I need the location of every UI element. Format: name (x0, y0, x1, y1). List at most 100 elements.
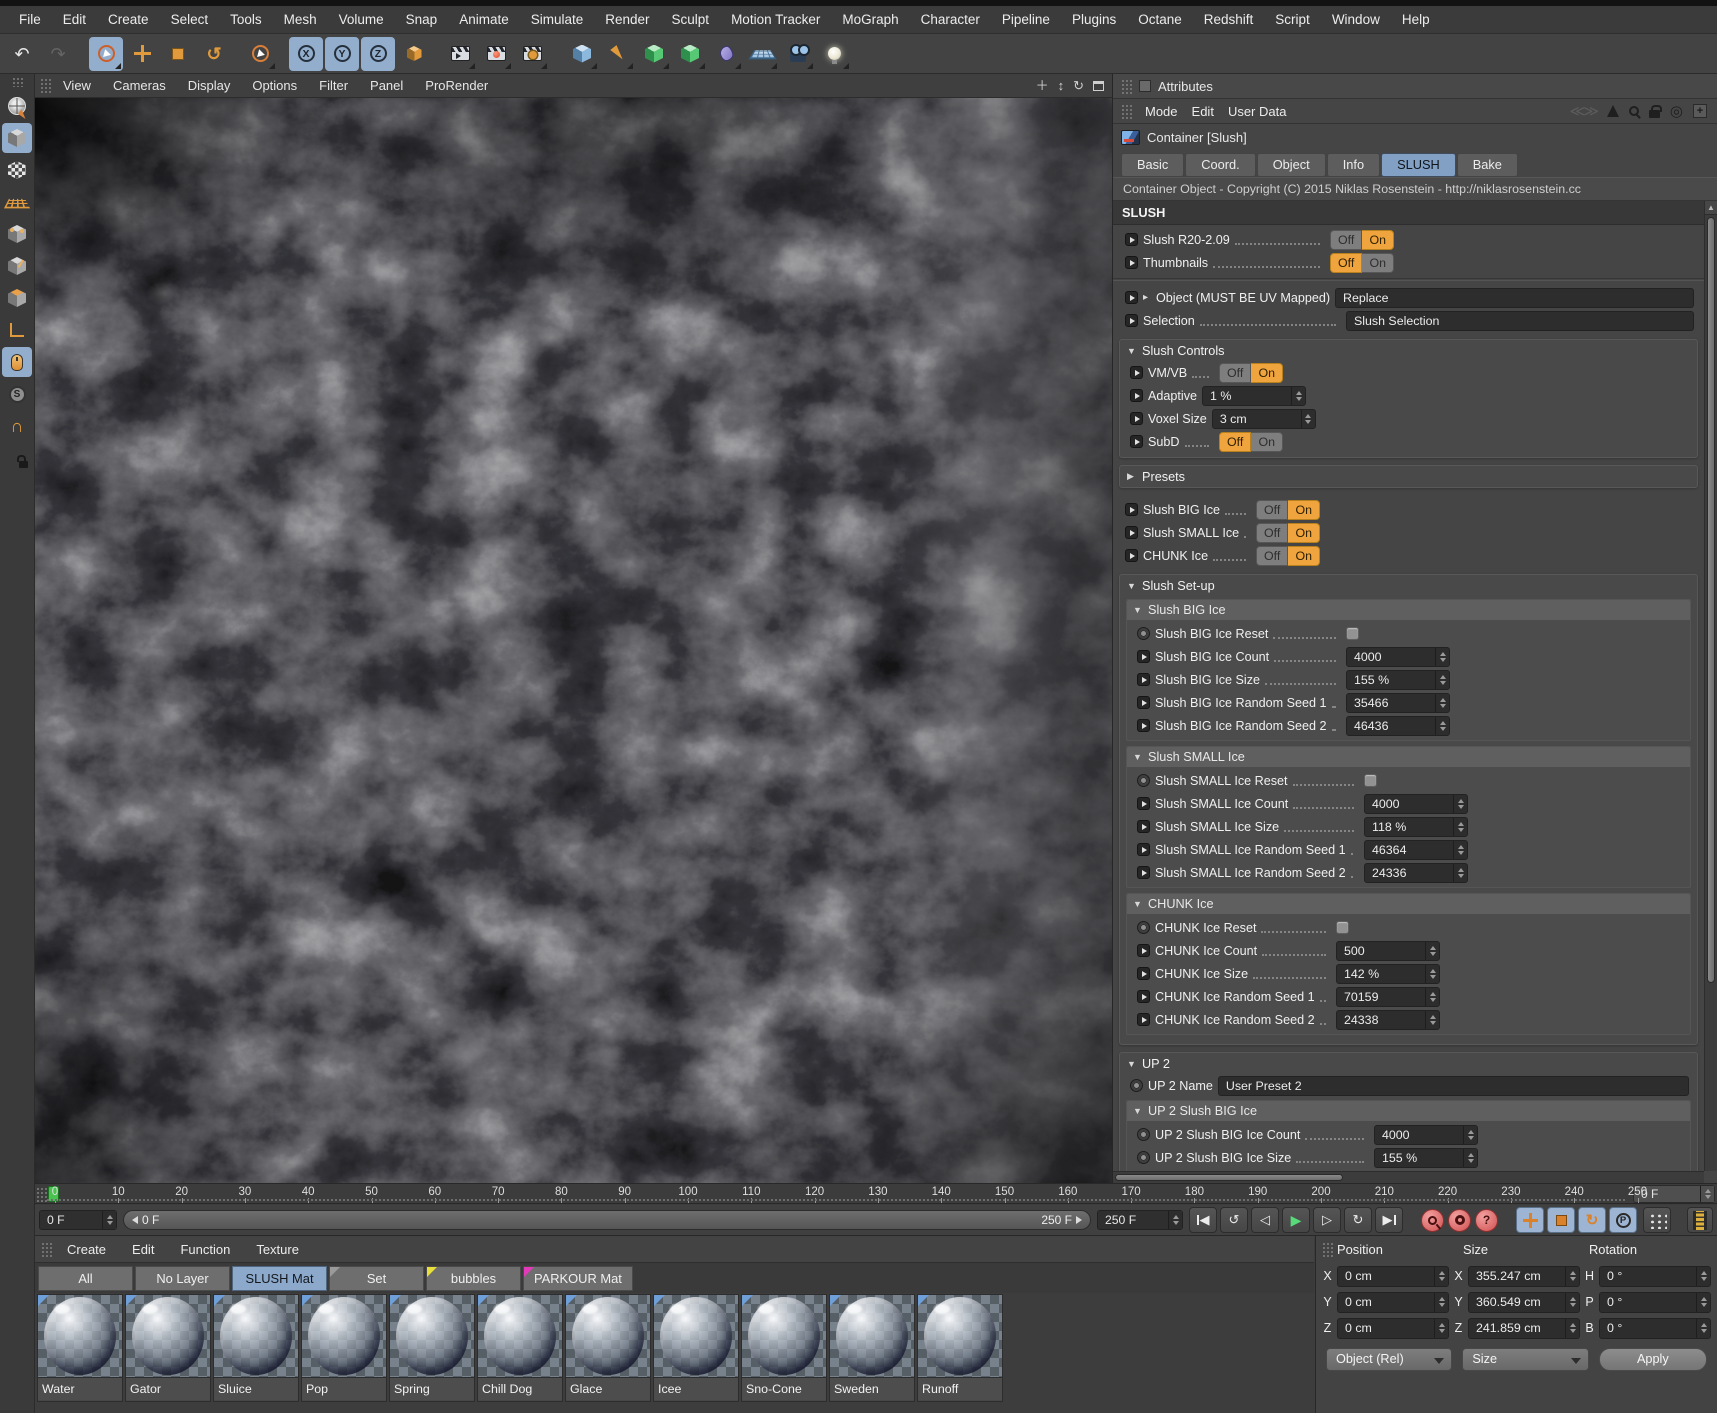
animation-track-icon[interactable] (1130, 389, 1143, 402)
animation-track-icon[interactable] (1137, 650, 1150, 663)
record-keyframe-button[interactable] (1421, 1209, 1444, 1232)
animation-track-icon[interactable] (1125, 526, 1138, 539)
material-menu-texture[interactable]: Texture (245, 1236, 310, 1263)
end-frame-field[interactable]: 250 F (1097, 1210, 1183, 1230)
material-preview-sphere[interactable] (126, 1295, 210, 1377)
value-field[interactable]: 46364 (1364, 840, 1468, 860)
add-cube-button[interactable] (565, 37, 599, 71)
checkbox[interactable] (1346, 627, 1359, 640)
floor-button[interactable] (745, 37, 779, 71)
layer-tab-all[interactable]: All (38, 1266, 133, 1291)
group-header[interactable]: ▼Slush Set-up (1120, 575, 1697, 596)
size-field[interactable]: 360.549 cm (1468, 1292, 1580, 1313)
stepper-arrows-icon[interactable] (1434, 1319, 1448, 1338)
scrollbar-thumb[interactable] (1707, 217, 1715, 983)
menu-animate[interactable]: Animate (448, 6, 520, 34)
stepper-arrows-icon[interactable] (102, 1211, 116, 1229)
pen-spline-button[interactable] (601, 37, 635, 71)
layer-tab-no-layer[interactable]: No Layer (135, 1266, 230, 1291)
apply-button[interactable]: Apply (1599, 1348, 1707, 1371)
stepper-arrows-icon[interactable] (1434, 1293, 1448, 1312)
stepper-arrows-icon[interactable] (1435, 671, 1449, 689)
animation-track-icon[interactable] (1125, 256, 1138, 269)
texture-mode-button[interactable] (2, 155, 32, 185)
material-runoff[interactable]: Runoff (917, 1294, 1003, 1402)
toggle-on-button[interactable]: On (1288, 546, 1320, 566)
viewport-menu-options[interactable]: Options (242, 74, 307, 98)
stepper-arrows-icon[interactable] (1463, 1149, 1477, 1167)
animation-track-icon[interactable] (1125, 549, 1138, 562)
checkbox[interactable] (1364, 774, 1377, 787)
record-rotation-button[interactable]: ↻ (1578, 1207, 1606, 1233)
pan-view-icon[interactable]: ＋ (1036, 79, 1049, 92)
viewport[interactable] (35, 98, 1112, 1183)
current-frame-field[interactable]: 0 F (39, 1210, 117, 1230)
stepper-arrows-icon[interactable] (1168, 1211, 1182, 1229)
toggle-off-button[interactable]: Off (1256, 500, 1288, 520)
toggle-off-button[interactable]: Off (1330, 253, 1362, 273)
subgroup-header[interactable]: ▼UP 2 Slush BIG Ice (1127, 1101, 1690, 1121)
viewport-menu-panel[interactable]: Panel (360, 74, 413, 98)
stepper-arrows-icon[interactable] (1425, 1011, 1439, 1029)
next-frame-button[interactable]: ▷ (1313, 1207, 1341, 1233)
link-field[interactable]: Slush Selection (1346, 311, 1694, 331)
value-field[interactable]: 118 % (1364, 817, 1468, 837)
toggle-off-button[interactable]: Off (1256, 546, 1288, 566)
scroll-up-arrow-icon[interactable]: ▲ (1705, 201, 1717, 215)
material-preview-sphere[interactable] (742, 1295, 826, 1377)
x-axis-button[interactable]: X (289, 37, 323, 71)
coordinate-mode-dropdown[interactable]: Object (Rel) (1326, 1348, 1452, 1371)
animation-track-icon[interactable] (1137, 719, 1150, 732)
material-spring[interactable]: Spring (389, 1294, 475, 1402)
tab-coord[interactable]: Coord. (1185, 153, 1255, 177)
new-panel-icon[interactable]: + (1693, 104, 1707, 118)
size-field[interactable]: 241.859 cm (1468, 1318, 1580, 1339)
stepper-arrows-icon[interactable] (1565, 1319, 1579, 1338)
toggle-off-button[interactable]: Off (1219, 363, 1251, 383)
selected-object-row[interactable]: Container [Slush] (1113, 124, 1717, 151)
menu-volume[interactable]: Volume (328, 6, 395, 34)
material-gator[interactable]: Gator (125, 1294, 211, 1402)
redo-button[interactable]: ↷ (41, 37, 75, 71)
range-start-handle-icon[interactable] (132, 1216, 138, 1224)
toggle-off-button[interactable]: Off (1256, 523, 1288, 543)
menu-plugins[interactable]: Plugins (1061, 6, 1127, 34)
animation-track-icon[interactable] (1125, 291, 1138, 304)
animation-track-icon[interactable] (1137, 1013, 1150, 1026)
stepper-arrows-icon[interactable] (1696, 1319, 1710, 1338)
stepper-arrows-icon[interactable] (1463, 1126, 1477, 1144)
light-button[interactable] (817, 37, 851, 71)
render-picture-viewer-button[interactable] (479, 37, 513, 71)
live-selection-button[interactable] (89, 37, 123, 71)
workplane-mode-button[interactable] (2, 187, 32, 217)
toolbar-grip[interactable] (12, 77, 23, 87)
viewport-menu-filter[interactable]: Filter (309, 74, 358, 98)
subgroup-header[interactable]: ▼CHUNK Ice (1127, 894, 1690, 914)
record-scale-button[interactable] (1547, 1207, 1575, 1233)
collapse-icon[interactable]: ▼ (1133, 605, 1143, 615)
material-chill-dog[interactable]: Chill Dog (477, 1294, 563, 1402)
toggle-off-button[interactable]: Off (1219, 432, 1251, 452)
navigate-up-icon[interactable] (1607, 105, 1619, 117)
material-preview-sphere[interactable] (566, 1295, 650, 1377)
attributes-menu-mode[interactable]: Mode (1138, 104, 1185, 119)
animation-track-icon[interactable] (1125, 233, 1138, 246)
snap-settings-button[interactable] (2, 379, 32, 409)
material-menu-function[interactable]: Function (169, 1236, 241, 1263)
stepper-arrows-icon[interactable] (1425, 965, 1439, 983)
material-sno-cone[interactable]: Sno-Cone (741, 1294, 827, 1402)
layer-tab-bubbles[interactable]: bubbles (426, 1266, 521, 1291)
z-axis-button[interactable]: Z (361, 37, 395, 71)
value-field[interactable]: 1 % (1202, 386, 1306, 406)
material-preview-sphere[interactable] (830, 1295, 914, 1377)
material-pop[interactable]: Pop (301, 1294, 387, 1402)
material-preview-sphere[interactable] (654, 1295, 738, 1377)
checkbox[interactable] (1336, 921, 1349, 934)
material-menu-create[interactable]: Create (56, 1236, 117, 1263)
stepper-arrows-icon[interactable] (1301, 410, 1315, 428)
tweak-mode-button[interactable] (2, 347, 32, 377)
material-sweden[interactable]: Sweden (829, 1294, 915, 1402)
menu-file[interactable]: File (8, 6, 52, 34)
animation-track-icon[interactable] (1130, 435, 1143, 448)
material-menu-grip[interactable] (41, 1242, 52, 1257)
